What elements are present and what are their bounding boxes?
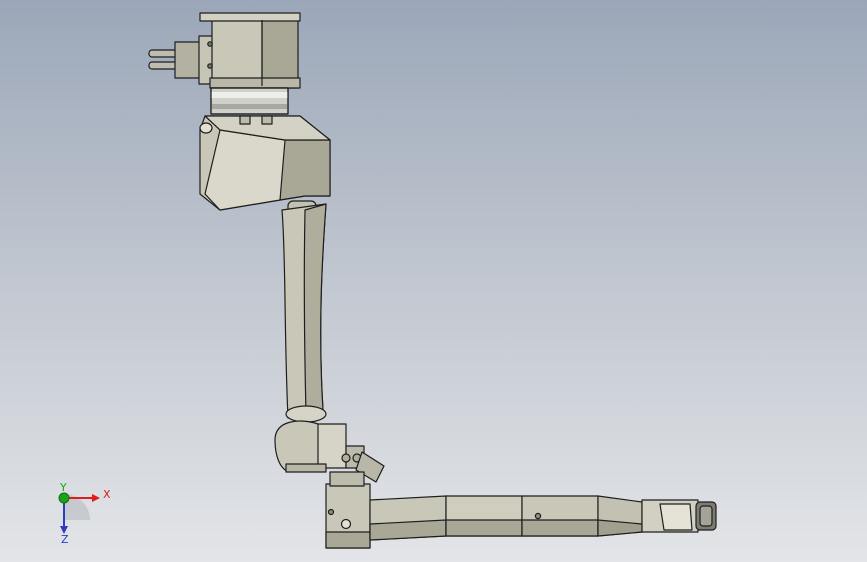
shoulder-housing[interactable] [199,115,331,214]
x-axis-label: X [103,488,111,501]
base-collar [210,87,289,115]
robot-arm-model[interactable] [0,0,867,562]
elbow-lower-block [329,471,365,487]
top-motor-housing[interactable] [148,12,301,89]
axis-triad: X Z Y [58,481,111,546]
y-axis-label: Y [59,481,67,494]
cable-connectors [148,35,216,85]
y-axis-icon [58,492,70,504]
forearm-assembly[interactable] [325,483,717,549]
cad-viewport[interactable]: X Z Y [0,0,867,562]
upper-arm-link[interactable] [281,203,327,423]
z-axis-label: Z [61,533,69,546]
